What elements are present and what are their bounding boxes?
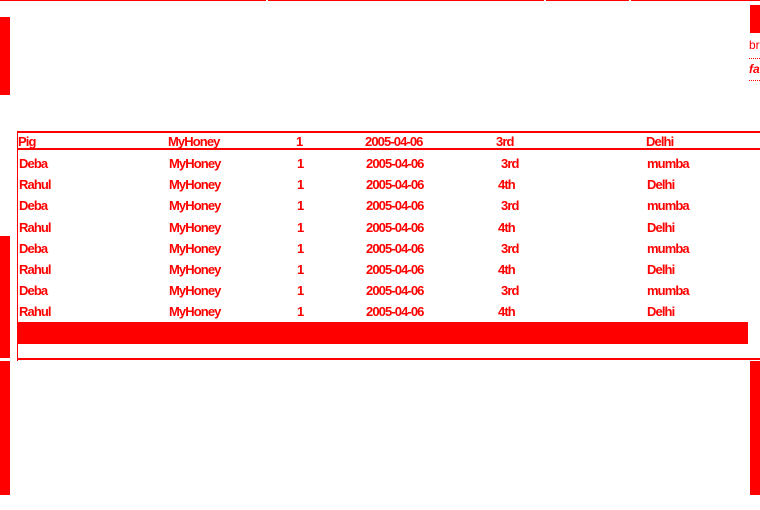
cell-rank: 4th bbox=[498, 262, 516, 277]
header-cell-owner: MyHoney bbox=[168, 134, 220, 149]
cell-owner: MyHoney bbox=[169, 262, 221, 277]
cell-date: 2005-04-06 bbox=[366, 240, 424, 256]
cell-owner: MyHoney bbox=[169, 240, 221, 256]
top-rule bbox=[0, 0, 760, 1]
cell-name: Deba bbox=[19, 198, 48, 214]
right-accent-bar-top bbox=[750, 5, 760, 33]
cell-rank: 3rd bbox=[501, 198, 519, 214]
cell-owner: MyHoney bbox=[169, 156, 221, 171]
cell-count: 1 bbox=[297, 219, 304, 235]
cell-city: mumba bbox=[647, 198, 690, 214]
table-row: Rahul MyHoney 1 2005-04-06 4th Delhi bbox=[18, 174, 748, 195]
cell-date: 2005-04-06 bbox=[366, 262, 424, 277]
sidebar-link-1[interactable]: bru bbox=[749, 38, 760, 52]
cell-count: 1 bbox=[297, 156, 304, 171]
cell-name: Deba bbox=[19, 283, 48, 299]
cell-owner: MyHoney bbox=[169, 219, 221, 235]
header-cell-date: 2005-04-06 bbox=[365, 134, 423, 149]
cell-owner: MyHoney bbox=[169, 177, 221, 193]
cell-rank: 4th bbox=[498, 177, 516, 193]
cell-owner: MyHoney bbox=[169, 283, 221, 299]
cell-count: 1 bbox=[297, 177, 304, 193]
cell-owner: MyHoney bbox=[169, 304, 221, 320]
cell-rank: 3rd bbox=[501, 240, 519, 256]
cell-city: Delhi bbox=[647, 262, 675, 277]
cell-city: Delhi bbox=[647, 219, 675, 235]
cell-city: mumba bbox=[647, 156, 690, 171]
sidebar-link-divider bbox=[749, 58, 760, 59]
cell-count: 1 bbox=[297, 304, 304, 320]
right-accent-bar-bottom bbox=[750, 361, 760, 495]
table-row: Rahul MyHoney 1 2005-04-06 4th Delhi bbox=[18, 217, 748, 238]
cell-rank: 4th bbox=[498, 219, 516, 235]
cell-date: 2005-04-06 bbox=[366, 283, 424, 299]
cell-count: 1 bbox=[297, 198, 304, 214]
sidebar-link-divider bbox=[749, 80, 760, 81]
cell-date: 2005-04-06 bbox=[366, 198, 424, 214]
sidebar-link-2[interactable]: fa bbox=[749, 62, 760, 76]
table-row: Deba MyHoney 1 2005-04-06 3rd mumba bbox=[18, 153, 748, 174]
cell-name: Rahul bbox=[19, 177, 52, 193]
table-header-row: Pig MyHoney 1 2005-04-06 3rd Delhi bbox=[17, 131, 760, 150]
cell-rank: 4th bbox=[498, 304, 516, 320]
table-row: Deba MyHoney 1 2005-04-06 3rd mumba bbox=[18, 195, 748, 216]
cell-city: mumba bbox=[647, 283, 690, 299]
cell-date: 2005-04-06 bbox=[366, 219, 424, 235]
cell-date: 2005-04-06 bbox=[366, 156, 424, 171]
cell-rank: 3rd bbox=[501, 283, 519, 299]
cell-date: 2005-04-06 bbox=[366, 177, 424, 193]
table-row: Deba MyHoney 1 2005-04-06 3rd mumba bbox=[18, 238, 748, 259]
header-cell-rank: 3rd bbox=[496, 134, 514, 149]
table-footer-band bbox=[18, 322, 748, 344]
table-bottom-border bbox=[17, 358, 760, 360]
cell-count: 1 bbox=[297, 240, 304, 256]
left-accent-bar-bottom bbox=[0, 236, 10, 495]
cell-owner: MyHoney bbox=[169, 198, 221, 214]
cell-city: mumba bbox=[647, 240, 690, 256]
cell-count: 1 bbox=[297, 262, 304, 277]
header-cell-city: Delhi bbox=[646, 134, 674, 149]
cell-name: Deba bbox=[19, 240, 48, 256]
header-cell-name: Pig bbox=[18, 134, 36, 149]
table-row: Rahul MyHoney 1 2005-04-06 4th Delhi bbox=[18, 259, 748, 280]
cell-city: Delhi bbox=[647, 304, 675, 320]
cell-name: Rahul bbox=[19, 262, 52, 277]
header-cell-count: 1 bbox=[296, 134, 303, 149]
cell-date: 2005-04-06 bbox=[366, 304, 424, 320]
cell-name: Deba bbox=[19, 156, 48, 171]
cell-rank: 3rd bbox=[501, 156, 519, 171]
cell-count: 1 bbox=[297, 283, 304, 299]
table-row: Deba MyHoney 1 2005-04-06 3rd mumba bbox=[18, 280, 748, 301]
left-accent-bar-top bbox=[0, 17, 10, 95]
left-bar-gap bbox=[0, 358, 10, 361]
cell-name: Rahul bbox=[19, 219, 52, 235]
cell-city: Delhi bbox=[647, 177, 675, 193]
table-row: Rahul MyHoney 1 2005-04-06 4th Delhi bbox=[18, 301, 748, 322]
cell-name: Rahul bbox=[19, 304, 52, 320]
